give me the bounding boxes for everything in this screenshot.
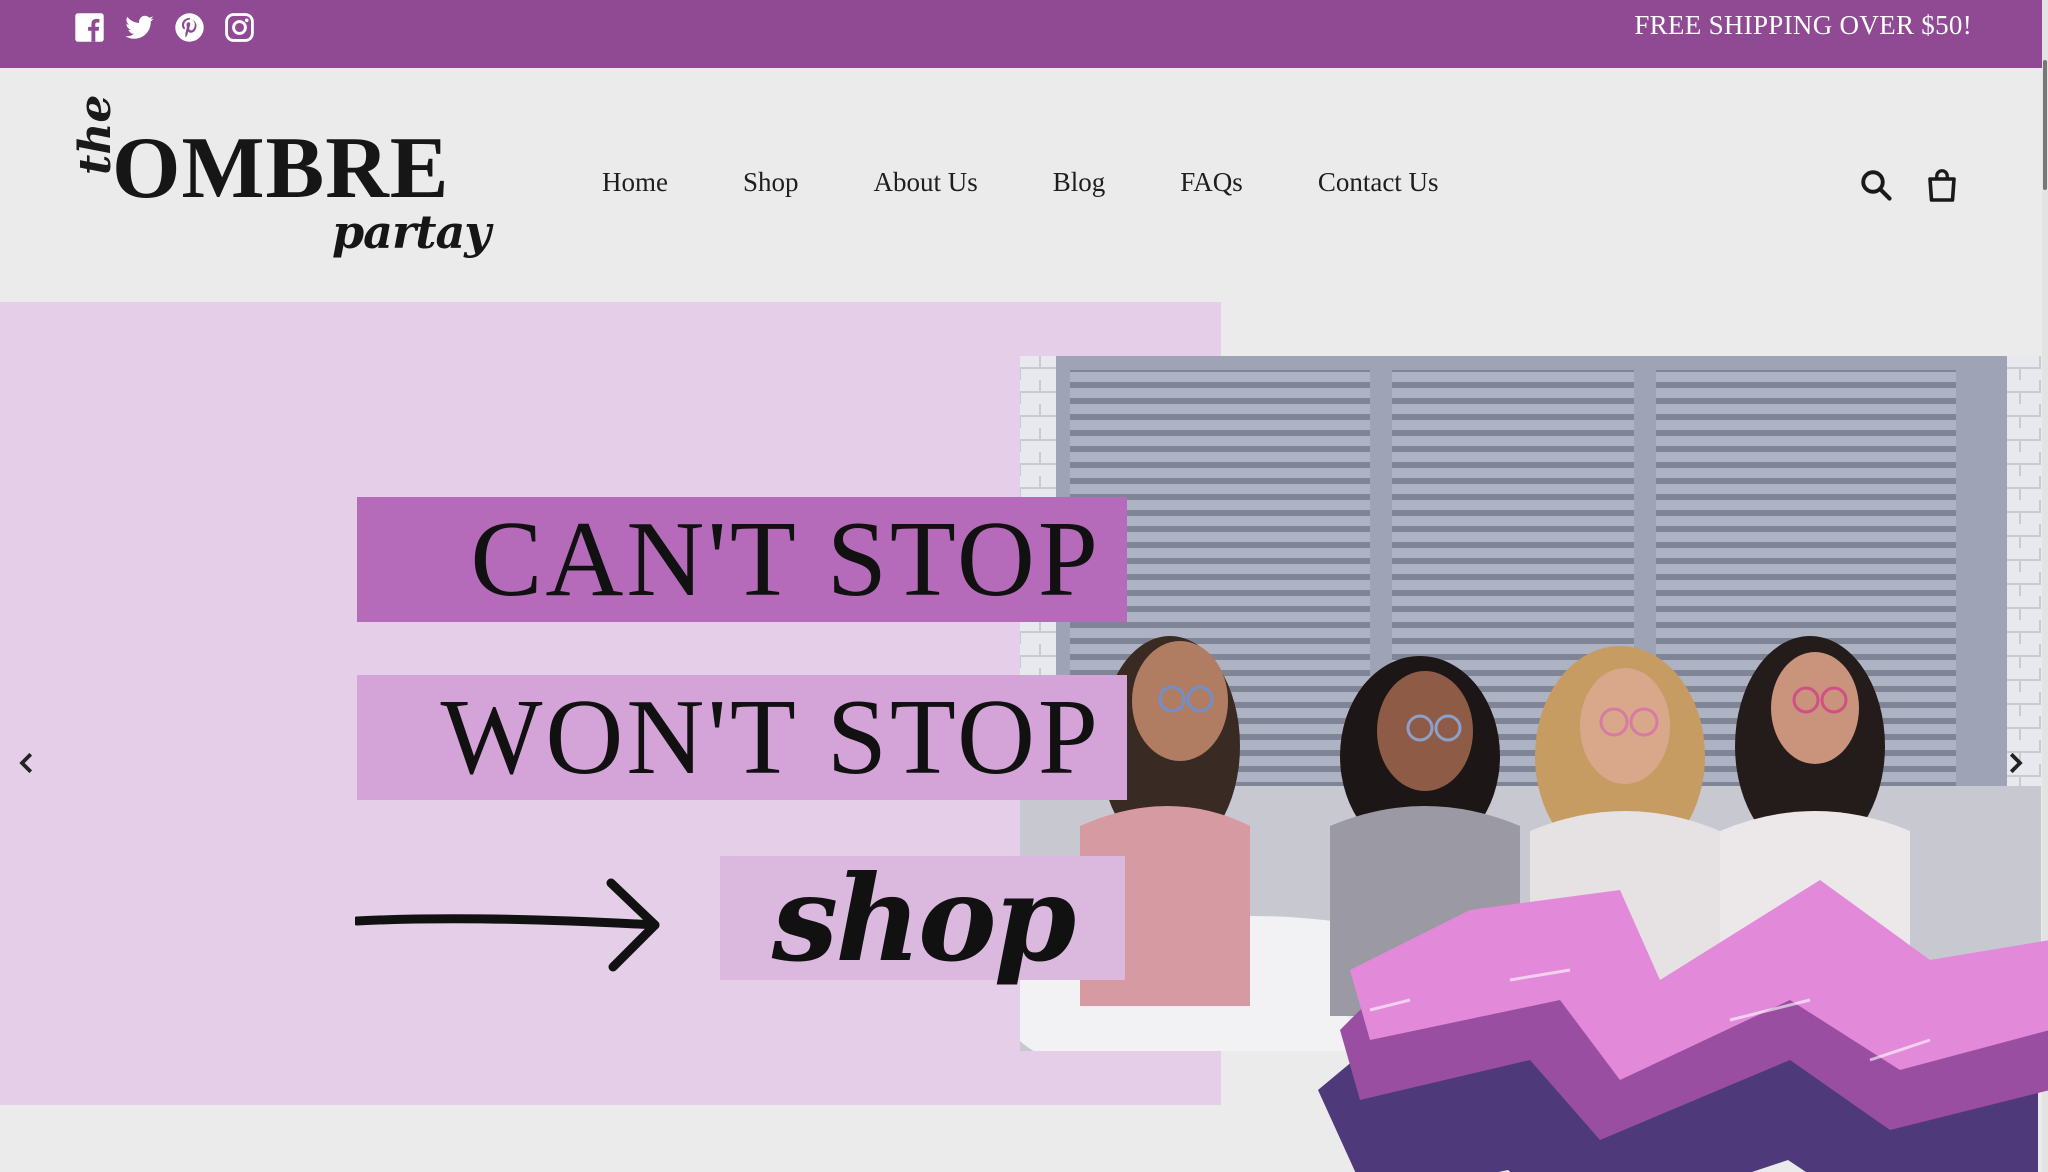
site-logo[interactable]: the OMBRE partay — [66, 95, 491, 260]
nav-item-home[interactable]: Home — [602, 167, 668, 198]
social-links — [74, 12, 255, 43]
chevron-right-icon[interactable] — [2000, 748, 2030, 778]
nav-item-blog[interactable]: Blog — [1053, 167, 1106, 198]
brush-stroke-decoration — [1318, 880, 2048, 1172]
nav-item-faqs[interactable]: FAQs — [1180, 167, 1243, 198]
logo-title: OMBRE — [112, 120, 450, 217]
nav-item-shop[interactable]: Shop — [743, 167, 799, 198]
shop-cta-button[interactable]: shop — [720, 849, 1125, 988]
nav-item-about-us[interactable]: About Us — [874, 167, 978, 198]
header-actions — [1858, 166, 1960, 204]
twitter-icon[interactable] — [124, 12, 155, 43]
hero-headline-line-1: CAN'T STOP — [357, 497, 1127, 622]
main-nav: Home Shop About Us Blog FAQs Contact Us — [602, 167, 1514, 198]
scrollbar-thumb[interactable] — [2043, 60, 2047, 190]
chevron-left-icon[interactable] — [12, 748, 42, 778]
search-icon[interactable] — [1858, 166, 1894, 204]
arrow-right-icon — [355, 878, 660, 972]
cart-icon[interactable] — [1924, 166, 1960, 204]
logo-subtitle: partay — [332, 205, 491, 259]
announcement-bar: FREE SHIPPING OVER $50! — [0, 0, 2048, 68]
facebook-icon[interactable] — [74, 12, 105, 43]
nav-item-contact-us[interactable]: Contact Us — [1318, 167, 1439, 198]
pinterest-icon[interactable] — [174, 12, 205, 43]
instagram-icon[interactable] — [224, 12, 255, 43]
hero-headline-line-2: WON'T STOP — [357, 675, 1127, 800]
free-shipping-notice: FREE SHIPPING OVER $50! — [1634, 10, 1972, 40]
